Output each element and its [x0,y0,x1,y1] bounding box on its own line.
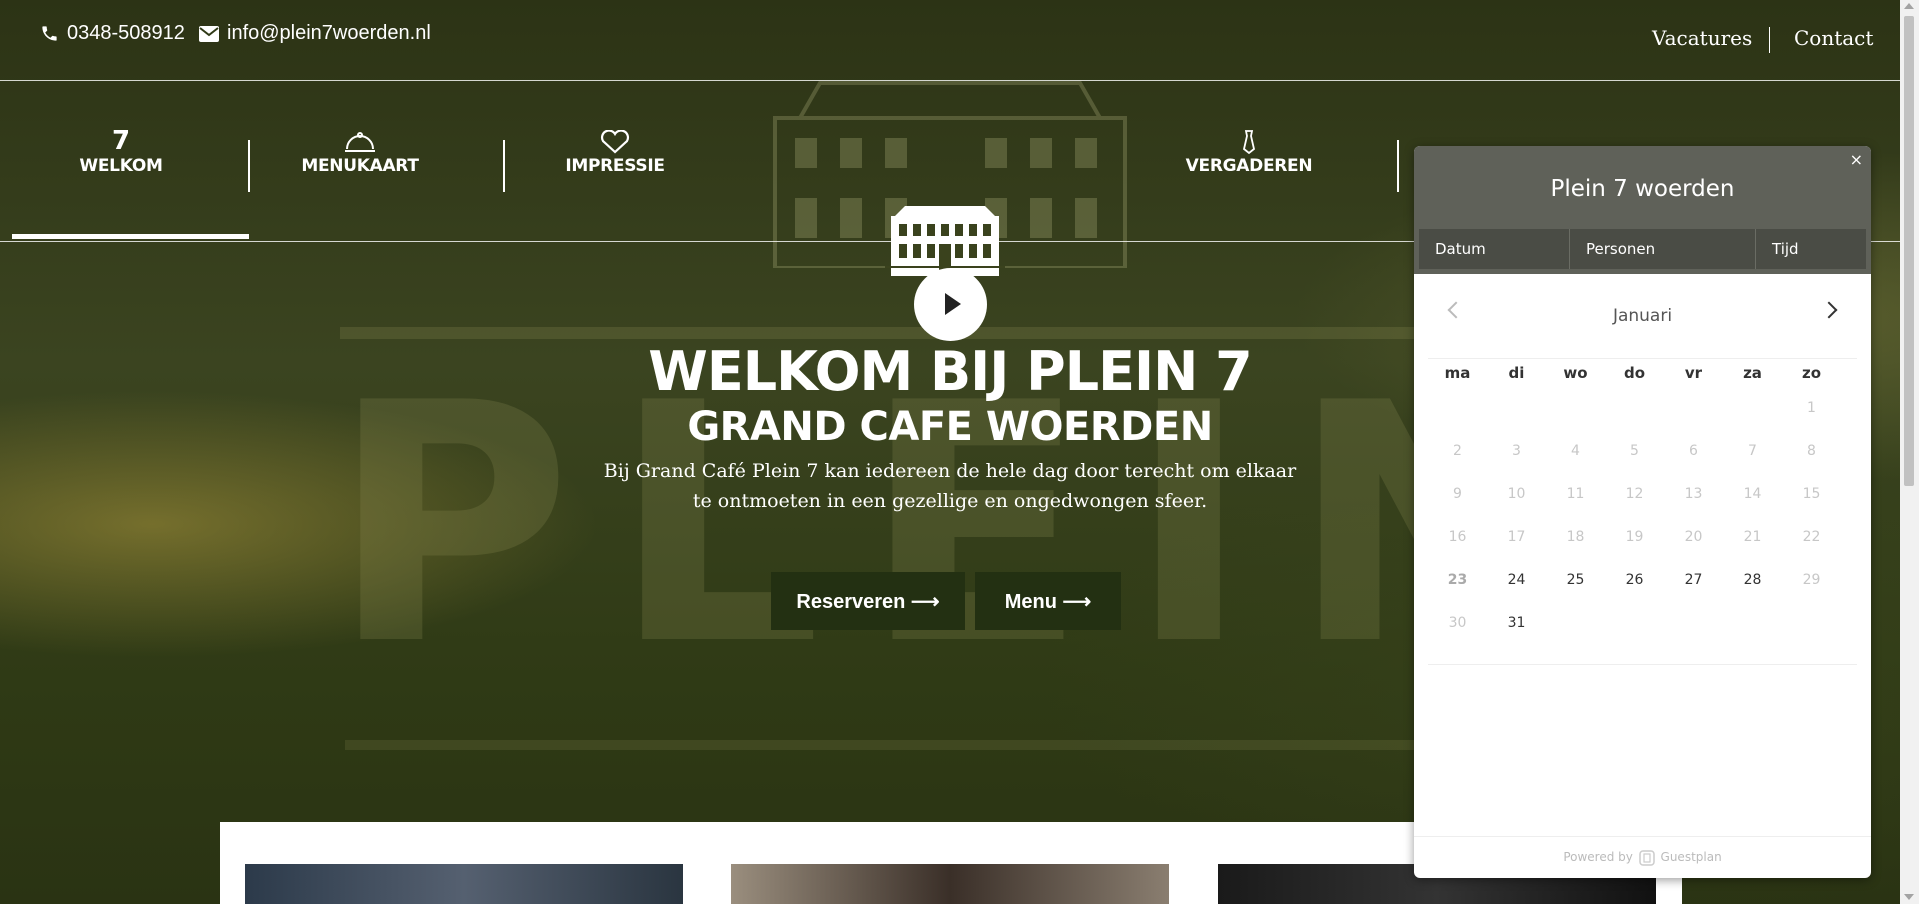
weekday-header: zo [1801,364,1822,382]
divider [1769,27,1770,53]
calendar-day: 14 [1743,486,1762,502]
email-link[interactable]: info@plein7woerden.nl [199,22,431,45]
calendar-day: 18 [1566,529,1585,545]
card-image[interactable] [731,864,1169,904]
nav-item-menukaart[interactable]: MENUKAART [260,128,460,176]
nav-item-impressie[interactable]: IMPRESSIE [515,128,715,176]
calendar-day: 9 [1453,486,1462,502]
calendar-day[interactable]: 28 [1723,572,1782,588]
tab-personen[interactable]: Personen [1570,229,1756,269]
phone-link[interactable]: 0348-508912 [40,22,185,45]
calendar-day[interactable]: 27 [1664,572,1723,588]
calendar-day: 6 [1689,443,1698,459]
calendar-day[interactable]: 26 [1605,572,1664,588]
cloche-icon-wrap [260,128,460,154]
weekday-header: wo [1563,364,1588,382]
heart-icon [600,130,630,154]
envelope-icon [199,25,219,42]
calendar-day: 11 [1566,486,1585,502]
nav-item-vergaderen[interactable]: VERGADEREN [1149,128,1349,176]
calendar-day: 7 [1748,443,1757,459]
close-icon[interactable]: × [1850,150,1863,169]
calendar-month: Januari [1612,306,1673,326]
widget-header: × Plein 7 woerden Datum Personen Tijd [1414,146,1871,274]
weekday-header: za [1743,364,1762,382]
calendar-day: 17 [1507,529,1526,545]
reserveren-button[interactable]: Reserveren ⟶ [771,572,965,630]
booking-widget: × Plein 7 woerden Datum Personen Tijd Ja… [1414,146,1871,878]
weekday-header: di [1508,364,1525,382]
divider [1428,664,1857,665]
calendar-day: 2 [1453,443,1462,459]
calendar-day: 4 [1571,443,1580,459]
scrollbar-thumb[interactable] [1904,16,1914,486]
nav-divider [1397,140,1399,192]
top-contact-bar: 0348-508912 info@plein7woerden.nl Vacatu… [0,0,1900,81]
calendar-day: 10 [1507,486,1526,502]
nav-item-label: VERGADEREN [1185,156,1313,176]
calendar-day: 3 [1512,443,1521,459]
calendar-day: 16 [1448,529,1467,545]
widget-title: Plein 7 woerden [1550,176,1735,202]
guestplan-logo-icon [1638,849,1655,866]
tab-datum[interactable]: Datum [1419,229,1570,269]
tab-tijd[interactable]: Tijd [1756,229,1866,269]
calendar-day[interactable]: 25 [1546,572,1605,588]
weekday-header: ma [1444,364,1471,382]
building-logo-icon [885,206,1005,276]
vacatures-link[interactable]: Vacatures [1652,26,1752,50]
calendar-day: 21 [1743,529,1762,545]
heart-icon-wrap [515,128,715,154]
calendar-day: 29 [1802,572,1821,588]
weekday-header: vr [1684,364,1703,382]
cloche-icon [345,132,375,152]
seven-numeral-icon: 7 [111,126,131,156]
nav-item-label: MENUKAART [301,156,419,176]
calendar-day: 12 [1625,486,1644,502]
email-address: info@plein7woerden.nl [227,22,431,44]
tie-icon-wrap [1149,128,1349,154]
nav-item-welkom[interactable]: 7 WELKOM [21,128,221,176]
calendar-day: 1 [1807,400,1816,416]
nav-item-label: WELKOM [79,156,163,176]
scroll-down-arrow-icon[interactable] [1904,894,1914,900]
calendar-day: 13 [1684,486,1703,502]
nav-divider [248,140,250,192]
calendar-day: 8 [1807,443,1816,459]
widget-tabs: Datum Personen Tijd [1419,229,1866,269]
contact-link[interactable]: Contact [1794,26,1873,50]
calendar-day: 20 [1684,529,1703,545]
card-image[interactable] [245,864,683,904]
divider [1428,358,1857,359]
calendar-day[interactable]: 24 [1487,572,1546,588]
play-video-button[interactable] [914,268,987,341]
weekday-header: do [1623,364,1646,382]
calendar-day: 23 [1447,572,1468,588]
phone-number: 0348-508912 [67,22,185,44]
guestplan-brand[interactable]: Guestplan [1661,850,1722,864]
nav-divider [503,140,505,192]
widget-footer: Powered by Guestplan [1414,836,1871,878]
active-nav-indicator [12,234,249,239]
hero-description: Bij Grand Café Plein 7 kan iedereen de h… [603,460,1297,512]
scroll-up-arrow-icon[interactable] [1904,3,1914,9]
calendar-day: 5 [1630,443,1639,459]
calendar-day[interactable]: 31 [1487,615,1546,631]
calendar-day: 22 [1802,529,1821,545]
tie-icon [1242,130,1256,154]
powered-by-text: Powered by [1563,850,1633,864]
calendar-day: 19 [1625,529,1644,545]
calendar-day: 15 [1802,486,1821,502]
menu-button[interactable]: Menu ⟶ [975,572,1121,630]
calendar-day: 30 [1448,615,1467,631]
phone-icon [42,26,57,41]
nav-item-label: IMPRESSIE [565,156,665,176]
